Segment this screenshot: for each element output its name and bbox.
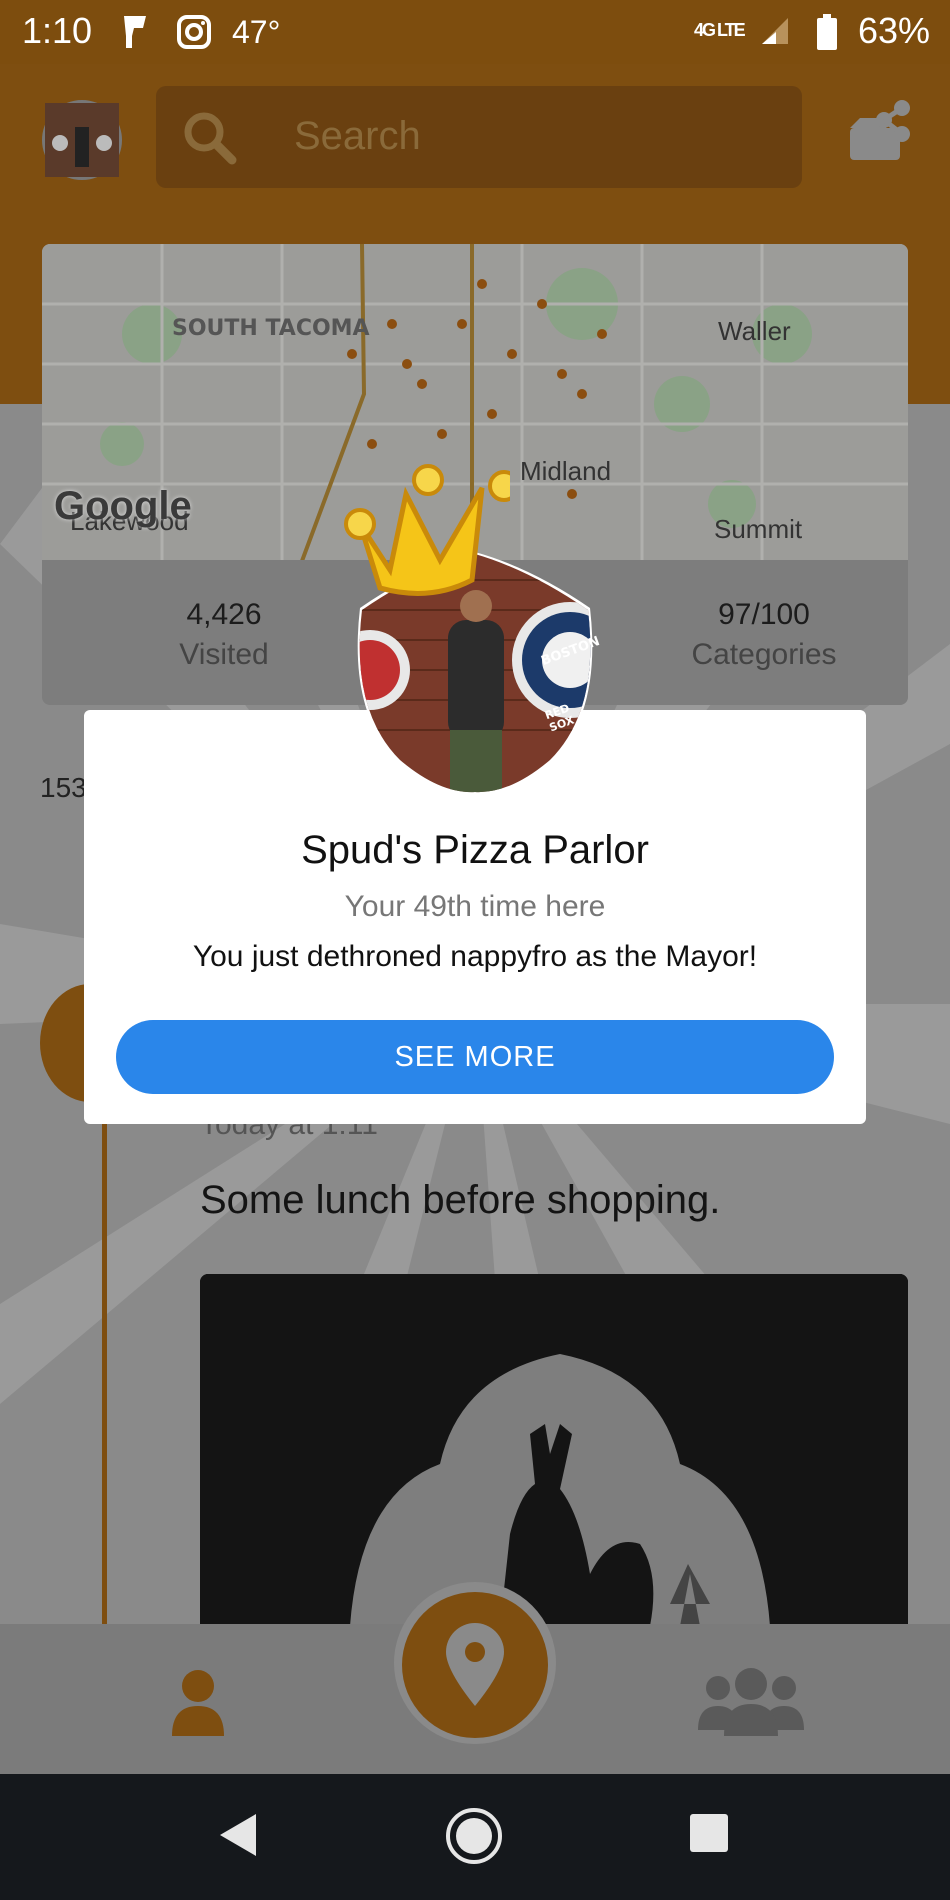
search-placeholder: Search — [294, 114, 421, 158]
location-pin-icon — [442, 1622, 508, 1712]
home-icon[interactable] — [444, 1806, 504, 1870]
status-temperature: 47° — [232, 14, 281, 50]
battery-icon — [816, 14, 838, 50]
friends-tab-icon[interactable] — [696, 1666, 806, 1740]
visited-label: Visited — [179, 638, 269, 671]
checkin-photo[interactable] — [200, 1274, 908, 1626]
user-avatar[interactable] — [42, 100, 122, 180]
categories-count: 97/100 — [718, 598, 810, 631]
map-label-waller: Waller — [718, 316, 791, 346]
search-icon — [180, 108, 238, 170]
status-time: 1:10 — [22, 10, 93, 51]
map-label-midland: Midland — [520, 456, 612, 486]
sasquatch-silhouette-image — [200, 1274, 908, 1626]
visit-count-text: Your 49th time here — [344, 890, 606, 923]
foursquare-icon — [120, 14, 150, 50]
network-indicator: 4G LTE — [694, 20, 746, 40]
battery-level: 63% — [857, 10, 930, 51]
map-attribution: Google — [54, 484, 192, 528]
share-inbox-icon[interactable] — [846, 98, 916, 164]
signal-icon — [760, 16, 790, 46]
visited-count: 4,426 — [186, 598, 262, 631]
venue-name: Spud's Pizza Parlor — [301, 828, 649, 872]
mayor-message: You just dethroned nappyfro as the Mayor… — [192, 940, 758, 973]
checkin-text: Some lunch before shopping. — [200, 1178, 721, 1222]
checkin-button[interactable] — [402, 1592, 548, 1738]
see-more-button[interactable]: SEE MORE — [116, 1020, 834, 1094]
map-label-south-tacoma: SOUTH TACOMA — [172, 316, 370, 341]
recents-icon[interactable] — [688, 1812, 730, 1858]
search-bar[interactable]: Search — [156, 86, 802, 188]
partial-count: 153 — [40, 772, 87, 803]
map-label-summit: Summit — [714, 514, 803, 544]
timeline-line — [102, 1124, 107, 1624]
status-bar: 1:10 47° 4G LTE 63% — [0, 0, 950, 64]
categories-label: Categories — [691, 638, 837, 671]
system-nav-bar — [0, 1774, 950, 1900]
back-icon[interactable] — [216, 1812, 258, 1862]
profile-tab-icon[interactable] — [168, 1666, 228, 1740]
instagram-icon — [176, 14, 212, 50]
crown-icon — [340, 460, 520, 610]
